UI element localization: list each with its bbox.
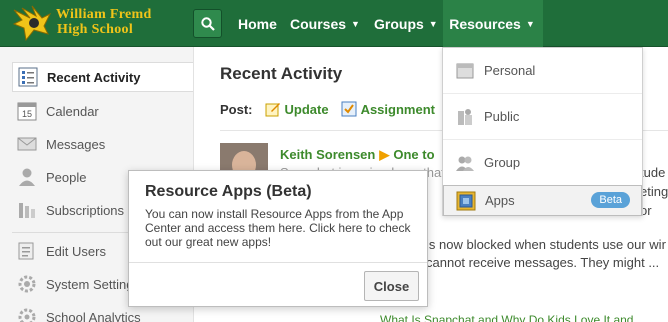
post-assignment-label: Assignment	[360, 101, 435, 117]
resources-item-personal[interactable]: Personal	[443, 48, 642, 94]
nav-resources-label: Resources	[449, 15, 521, 32]
sidebar-item-messages[interactable]: Messages	[12, 129, 193, 159]
popup-title: Resource Apps (Beta)	[145, 183, 312, 200]
popup-body[interactable]: You can now install Resource Apps from t…	[145, 207, 420, 249]
edit-users-icon	[17, 241, 37, 261]
nav-courses-label: Courses	[290, 15, 347, 32]
personal-resources-icon	[455, 61, 475, 81]
sidebar-item-label: Messages	[46, 136, 106, 152]
analytics-icon	[17, 307, 37, 322]
school-name-line2: High School	[57, 22, 134, 37]
subscriptions-icon	[17, 200, 37, 220]
arrow-right-icon: ▶	[379, 147, 390, 162]
sidebar-item-label: Calendar	[46, 103, 99, 119]
resources-item-public[interactable]: Public	[443, 94, 642, 140]
resources-item-apps[interactable]: Apps Beta	[443, 185, 642, 216]
nav-resources[interactable]: Resources ▼	[443, 0, 543, 47]
resources-item-label: Personal	[484, 63, 536, 78]
calendar-day: 15	[22, 109, 32, 119]
post-text-line1-right: tude	[640, 165, 666, 180]
post-assignment-link[interactable]: Assignment	[341, 101, 435, 117]
nav-groups-label: Groups	[374, 15, 424, 32]
envelope-icon	[17, 134, 37, 154]
resources-item-label: Public	[484, 109, 520, 124]
gear-icon	[17, 274, 37, 294]
person-icon	[17, 167, 37, 187]
sidebar-item-calendar[interactable]: 15 Calendar	[12, 96, 193, 126]
sidebar-item-label: Recent Activity	[47, 69, 141, 85]
school-name-line1: William Fremd	[56, 7, 152, 22]
sidebar-item-label: School Analytics	[46, 309, 141, 322]
nav-home[interactable]: Home	[238, 0, 277, 47]
page-title: Recent Activity	[220, 64, 343, 83]
post-link-title[interactable]: What Is Snapchat and Why Do Kids Love It…	[380, 313, 633, 322]
post-author-line: Keith Sorensen ▶ One to	[280, 147, 435, 163]
public-resources-icon	[455, 107, 475, 127]
post-text-line2-right: eting	[640, 184, 668, 199]
sidebar-item-recent-activity[interactable]: Recent Activity	[12, 62, 193, 92]
post-target-link[interactable]: One to	[393, 147, 434, 162]
resources-item-label: Apps	[485, 193, 515, 208]
sidebar-item-label: System Setting	[46, 276, 134, 292]
post-update-link[interactable]: Update	[265, 101, 329, 117]
chevron-down-icon: ▼	[351, 18, 360, 29]
nav-home-label: Home	[238, 15, 277, 32]
post-toolbar: Post: Update Assignment	[220, 101, 447, 117]
nav-courses[interactable]: Courses ▼	[290, 0, 360, 47]
post-update-label: Update	[284, 101, 329, 117]
chevron-down-icon: ▼	[525, 18, 535, 29]
pencil-icon	[265, 101, 281, 117]
search-icon	[201, 17, 215, 31]
resources-item-label: Group	[484, 155, 521, 170]
sidebar-item-label: Edit Users	[46, 243, 106, 259]
popup-divider	[129, 262, 427, 263]
post-label: Post:	[220, 101, 253, 117]
school-logo[interactable]	[12, 4, 52, 42]
group-resources-icon	[455, 153, 475, 173]
resources-item-group[interactable]: Group	[443, 140, 642, 186]
chevron-down-icon: ▼	[428, 18, 438, 29]
resource-apps-popup: Resource Apps (Beta) You can now install…	[128, 170, 428, 307]
beta-badge: Beta	[591, 192, 630, 208]
top-nav-bar: William Fremd High School Home Courses ▼ …	[0, 0, 668, 47]
sidebar-item-label: Subscriptions	[46, 202, 125, 218]
apps-icon	[456, 191, 476, 211]
recent-activity-icon	[18, 67, 38, 87]
post-text-line5: cannot receive messages. They might ...	[426, 255, 660, 270]
post-text-line4: is now blocked when students use our wir	[426, 237, 666, 252]
resources-dropdown: Personal Public Group Apps Beta	[442, 47, 643, 216]
sidebar-item-label: People	[46, 169, 87, 185]
school-name[interactable]: William Fremd High School	[56, 7, 152, 37]
assignment-icon	[341, 101, 357, 117]
author-link[interactable]: Keith Sorensen	[280, 147, 375, 162]
calendar-icon: 15	[17, 101, 37, 121]
close-button[interactable]: Close	[364, 271, 419, 301]
nav-groups[interactable]: Groups ▼	[374, 0, 438, 47]
search-button[interactable]	[193, 9, 222, 38]
